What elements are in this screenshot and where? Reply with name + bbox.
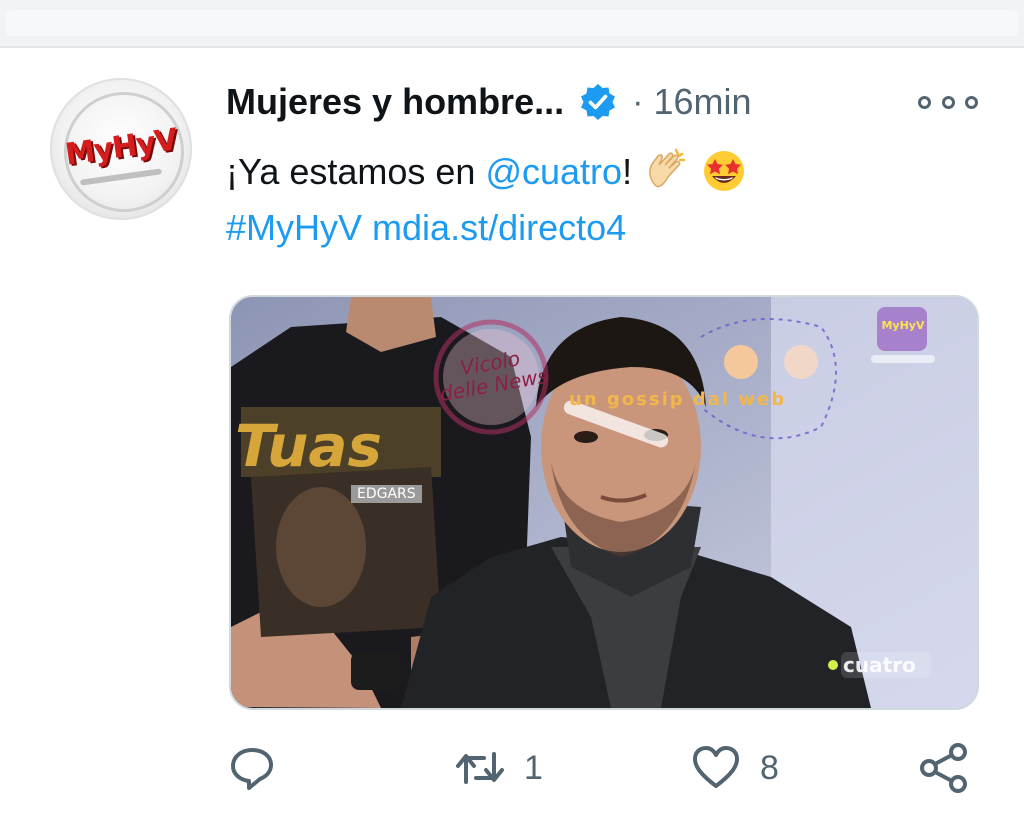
watermark-gossip: un gossip dal web <box>569 389 787 410</box>
clapping-hands-icon <box>649 149 686 188</box>
url-link[interactable]: mdia.st/directo4 <box>372 207 626 248</box>
share-button[interactable] <box>918 738 970 798</box>
tweet-text: ¡Ya estamos en @cuatro! #MyHyV mdia.st/d… <box>226 144 926 256</box>
mention-link[interactable]: @cuatro <box>485 151 622 192</box>
retweet-count: 1 <box>524 748 543 787</box>
tweet-timestamp[interactable]: 16min <box>653 81 751 123</box>
author-name[interactable]: Mujeres y hombre... <box>226 81 564 123</box>
hashtag-link[interactable]: #MyHyV <box>226 207 362 248</box>
share-icon <box>920 743 967 793</box>
retweet-button[interactable]: 1 <box>454 738 543 798</box>
more-dot-2 <box>941 95 955 109</box>
time-separator: · <box>632 82 644 121</box>
verified-badge-icon <box>581 84 616 120</box>
top-bar-inner <box>6 10 1018 36</box>
heart-icon <box>693 746 739 788</box>
reply-button[interactable] <box>226 738 278 798</box>
shirt-tag: EDGARS <box>351 485 422 503</box>
media-scene <box>231 297 977 708</box>
shirt-text: Tuas <box>235 412 383 480</box>
tweet-header: Mujeres y hombre... · 16min <box>226 78 752 126</box>
more-dot-1 <box>918 95 931 109</box>
tweet-actions: 1 8 <box>226 738 986 798</box>
more-dot-3 <box>965 95 978 109</box>
retweet-icon <box>456 752 504 784</box>
top-bar <box>0 0 1024 48</box>
star-struck-face-icon <box>704 151 745 192</box>
channel-logo: cuatro <box>843 653 916 677</box>
avatar[interactable]: MyHyV <box>50 78 192 220</box>
tweet-media-image[interactable]: Tuas EDGARS Vicolo delle News un gossip … <box>229 295 979 710</box>
reply-icon <box>231 748 273 790</box>
tweet-text-start: ¡Ya estamos en <box>226 151 486 192</box>
program-badge: MyHyV <box>881 319 925 332</box>
tweet-text-end: ! <box>622 151 643 192</box>
like-count: 8 <box>760 748 779 787</box>
more-options-icon[interactable] <box>918 90 978 114</box>
like-button[interactable]: 8 <box>690 738 779 798</box>
